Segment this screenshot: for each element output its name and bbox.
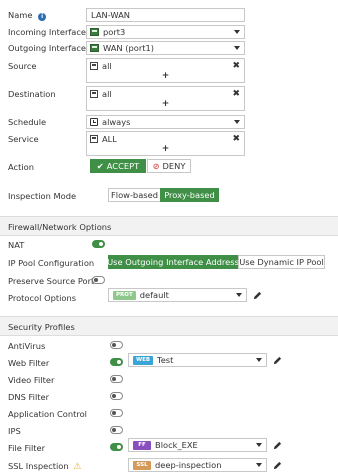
edit-pencil-icon[interactable] <box>273 441 282 450</box>
schedule-label: Schedule <box>8 117 47 127</box>
check-icon: ✔ <box>96 161 104 171</box>
interface-icon <box>90 44 99 52</box>
protocol-options-select[interactable]: PROT default <box>108 288 247 302</box>
ssl-inspection-label: SSL Inspection ⚠ <box>8 461 82 472</box>
web-filter-toggle[interactable] <box>110 358 123 366</box>
web-filter-select[interactable]: WEB Test <box>128 353 267 367</box>
application-control-toggle[interactable] <box>110 409 123 417</box>
ff-badge: FF <box>133 440 151 450</box>
ips-label: IPS <box>8 426 21 436</box>
file-filter-label: File Filter <box>8 443 46 453</box>
source-label: Source <box>8 61 37 71</box>
chevron-down-icon <box>234 46 240 50</box>
chevron-down-icon <box>256 358 262 362</box>
remove-icon[interactable]: ✖ <box>232 89 240 99</box>
service-entry: ALL <box>87 134 117 144</box>
nat-label: NAT <box>8 240 25 250</box>
service-field[interactable]: ALL ✖ + <box>86 131 245 156</box>
video-filter-label: Video Filter <box>8 375 55 385</box>
preserve-source-port-label: Preserve Source Port <box>8 276 95 286</box>
remove-icon[interactable]: ✖ <box>232 134 240 144</box>
service-icon <box>90 135 98 143</box>
add-destination-icon[interactable]: + <box>162 99 170 109</box>
video-filter-toggle[interactable] <box>110 375 123 383</box>
dns-filter-label: DNS Filter <box>8 392 50 402</box>
deny-button[interactable]: ⊘ DENY <box>147 159 191 173</box>
outgoing-interface-label: Outgoing Interface <box>8 43 86 53</box>
action-label: Action <box>8 162 34 172</box>
edit-pencil-icon[interactable] <box>253 291 262 300</box>
use-outgoing-interface-button[interactable]: Use Outgoing Interface Address <box>107 255 239 269</box>
name-input[interactable]: LAN-WAN <box>86 8 245 22</box>
web-badge: WEB <box>133 355 154 365</box>
interface-icon <box>90 28 99 36</box>
address-icon <box>90 62 98 70</box>
chevron-down-icon <box>234 30 240 34</box>
ips-toggle[interactable] <box>110 426 123 434</box>
schedule-select[interactable]: always <box>86 115 245 129</box>
protocol-options-label: Protocol Options <box>8 293 77 303</box>
accept-button[interactable]: ✔ ACCEPT <box>90 159 146 173</box>
deny-icon: ⊘ <box>152 161 160 171</box>
add-service-icon[interactable]: + <box>162 144 170 154</box>
antivirus-label: AntiVirus <box>8 341 46 351</box>
address-icon <box>90 90 98 98</box>
chevron-down-icon <box>256 443 262 447</box>
firewall-options-header: Firewall/Network Options <box>0 216 338 236</box>
name-label: Name i <box>8 10 47 21</box>
security-profiles-header: Security Profiles <box>0 316 338 336</box>
source-field[interactable]: all ✖ + <box>86 58 245 83</box>
destination-entry: all <box>87 89 112 99</box>
flow-based-button[interactable]: Flow-based <box>108 188 161 202</box>
incoming-interface-label: Incoming Interface <box>8 27 87 37</box>
dns-filter-toggle[interactable] <box>110 392 123 400</box>
info-icon: i <box>38 13 47 21</box>
chevron-down-icon <box>234 120 240 124</box>
ip-pool-label: IP Pool Configuration <box>8 258 95 268</box>
proxy-based-button[interactable]: Proxy-based <box>160 188 219 202</box>
application-control-label: Application Control <box>8 409 87 419</box>
schedule-icon <box>90 118 98 126</box>
incoming-interface-select[interactable]: port3 <box>86 25 245 39</box>
preserve-source-port-toggle[interactable] <box>92 276 105 284</box>
service-label: Service <box>8 134 39 144</box>
destination-label: Destination <box>8 89 56 99</box>
use-dynamic-ip-pool-button[interactable]: Use Dynamic IP Pool <box>238 255 325 269</box>
chevron-down-icon <box>256 463 262 467</box>
edit-pencil-icon[interactable] <box>273 356 282 365</box>
chevron-down-icon <box>236 293 242 297</box>
source-entry: all <box>87 61 112 71</box>
destination-field[interactable]: all ✖ + <box>86 86 245 111</box>
file-filter-toggle[interactable] <box>110 443 123 451</box>
edit-pencil-icon[interactable] <box>273 461 282 470</box>
inspection-mode-label: Inspection Mode <box>8 191 77 201</box>
add-source-icon[interactable]: + <box>162 71 170 81</box>
ssl-inspection-select[interactable]: SSL deep-inspection <box>128 458 267 472</box>
antivirus-toggle[interactable] <box>110 341 123 349</box>
file-filter-select[interactable]: FF Block_EXE <box>128 438 267 452</box>
nat-toggle[interactable] <box>92 240 105 248</box>
prot-badge: PROT <box>113 290 136 300</box>
remove-icon[interactable]: ✖ <box>232 61 240 71</box>
outgoing-interface-select[interactable]: WAN (port1) <box>86 41 245 55</box>
warning-icon: ⚠ <box>73 462 82 472</box>
web-filter-label: Web Filter <box>8 358 50 368</box>
ssl-badge: SSL <box>133 460 151 470</box>
